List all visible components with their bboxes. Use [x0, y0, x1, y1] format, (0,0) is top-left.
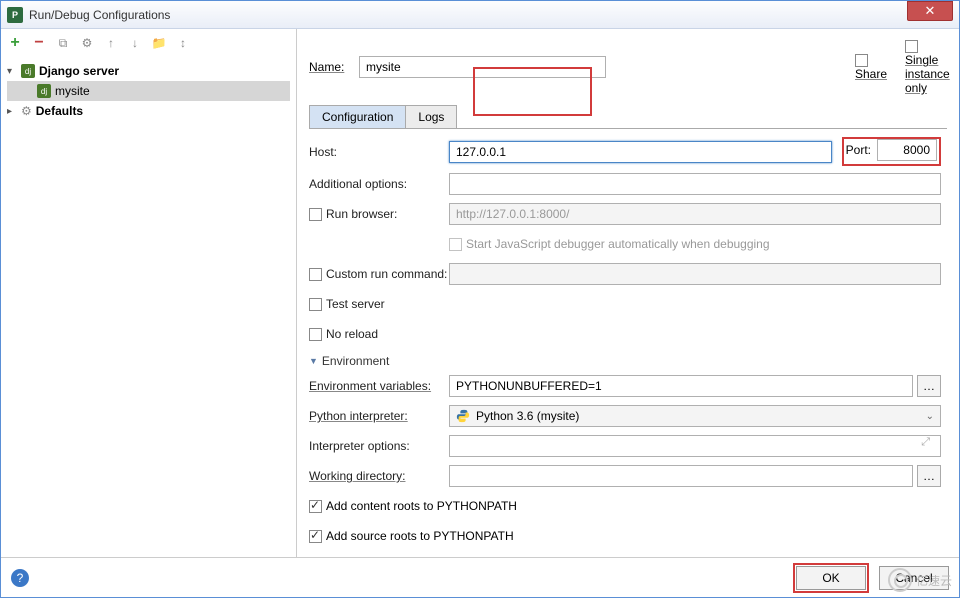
copy-icon[interactable]: ⧉ — [55, 35, 71, 51]
titlebar: P Run/Debug Configurations ✕ — [1, 1, 959, 29]
close-button[interactable]: ✕ — [907, 1, 953, 21]
tab-logs[interactable]: Logs — [405, 105, 457, 128]
tree-node-defaults[interactable]: ▸ ⚙ Defaults — [7, 101, 290, 121]
port-input[interactable] — [877, 139, 937, 161]
additional-options-input[interactable] — [449, 173, 941, 195]
wrench-icon: ⚙ — [21, 104, 32, 118]
tree-label: Django server — [39, 64, 119, 78]
python-interpreter-label: Python interpreter: — [309, 409, 449, 423]
custom-run-checkbox[interactable]: Custom run command: — [309, 267, 449, 281]
config-tree: ▾ dj Django server dj mysite ▸ ⚙ Default… — [1, 57, 296, 557]
settings-icon[interactable]: ⚙ — [79, 35, 95, 51]
additional-options-label: Additional options: — [309, 177, 449, 191]
interpreter-options-input[interactable]: ⤢ — [449, 435, 941, 457]
collapse-icon: ▼ — [309, 356, 318, 366]
host-input[interactable] — [449, 141, 832, 163]
tree-node-django-server[interactable]: ▾ dj Django server — [7, 61, 290, 81]
ok-button[interactable]: OK — [796, 566, 866, 590]
share-checkbox[interactable]: Share — [855, 53, 897, 81]
sidebar: + − ⧉ ⚙ ↑ ↓ 📁 ↕ ▾ dj Django server dj my… — [1, 29, 297, 557]
name-label: Name: — [309, 60, 351, 74]
working-directory-input[interactable] — [449, 465, 913, 487]
single-instance-checkbox[interactable]: Single instance only — [905, 39, 947, 95]
app-icon: P — [7, 7, 23, 23]
env-vars-input[interactable] — [449, 375, 913, 397]
js-debugger-label: Start JavaScript debugger automatically … — [466, 237, 770, 251]
right-panel: Name: Share Single instance only Configu… — [297, 29, 959, 557]
working-directory-label: Working directory: — [309, 469, 449, 483]
tab-configuration[interactable]: Configuration — [309, 105, 406, 128]
tree-label: Defaults — [36, 104, 83, 118]
django-icon: dj — [37, 84, 51, 98]
add-source-roots-checkbox[interactable]: Add source roots to PYTHONPATH — [309, 529, 514, 543]
name-input[interactable] — [359, 56, 606, 78]
window-title: Run/Debug Configurations — [29, 8, 907, 22]
no-reload-checkbox[interactable]: No reload — [309, 327, 449, 341]
tree-node-mysite[interactable]: dj mysite — [7, 81, 290, 101]
chevron-down-icon: ⌄ — [926, 411, 934, 422]
tab-bar: Configuration Logs — [309, 105, 947, 129]
help-icon[interactable]: ? — [11, 569, 29, 587]
python-icon — [456, 409, 470, 423]
up-icon[interactable]: ↑ — [103, 35, 119, 51]
interpreter-options-label: Interpreter options: — [309, 439, 449, 453]
footer: ? OK Cancel — [1, 557, 959, 597]
port-label: Port: — [846, 143, 871, 157]
add-icon[interactable]: + — [7, 35, 23, 51]
custom-run-input[interactable] — [449, 263, 941, 285]
js-debugger-checkbox — [449, 238, 462, 251]
sidebar-toolbar: + − ⧉ ⚙ ↑ ↓ 📁 ↕ — [1, 29, 296, 57]
down-icon[interactable]: ↓ — [127, 35, 143, 51]
sort-icon[interactable]: ↕ — [175, 35, 191, 51]
env-vars-label: Environment variables: — [309, 379, 449, 393]
add-content-roots-checkbox[interactable]: Add content roots to PYTHONPATH — [309, 499, 517, 513]
env-vars-browse-button[interactable]: … — [917, 375, 941, 397]
host-label: Host: — [309, 145, 449, 159]
tree-label: mysite — [55, 84, 90, 98]
run-browser-input[interactable] — [449, 203, 941, 225]
expand-icon[interactable]: ⤢ — [921, 436, 934, 456]
test-server-checkbox[interactable]: Test server — [309, 297, 449, 311]
django-icon: dj — [21, 64, 35, 78]
collapse-icon[interactable]: ▾ — [7, 66, 17, 77]
expand-icon[interactable]: ▸ — [7, 106, 17, 117]
working-directory-browse-button[interactable]: … — [917, 465, 941, 487]
run-browser-checkbox[interactable]: Run browser: — [309, 207, 449, 221]
environment-section[interactable]: ▼Environment — [309, 354, 941, 368]
folder-icon[interactable]: 📁 — [151, 35, 167, 51]
cancel-button[interactable]: Cancel — [879, 566, 949, 590]
remove-icon[interactable]: − — [31, 35, 47, 51]
python-interpreter-select[interactable]: Python 3.6 (mysite) ⌄ — [449, 405, 941, 427]
